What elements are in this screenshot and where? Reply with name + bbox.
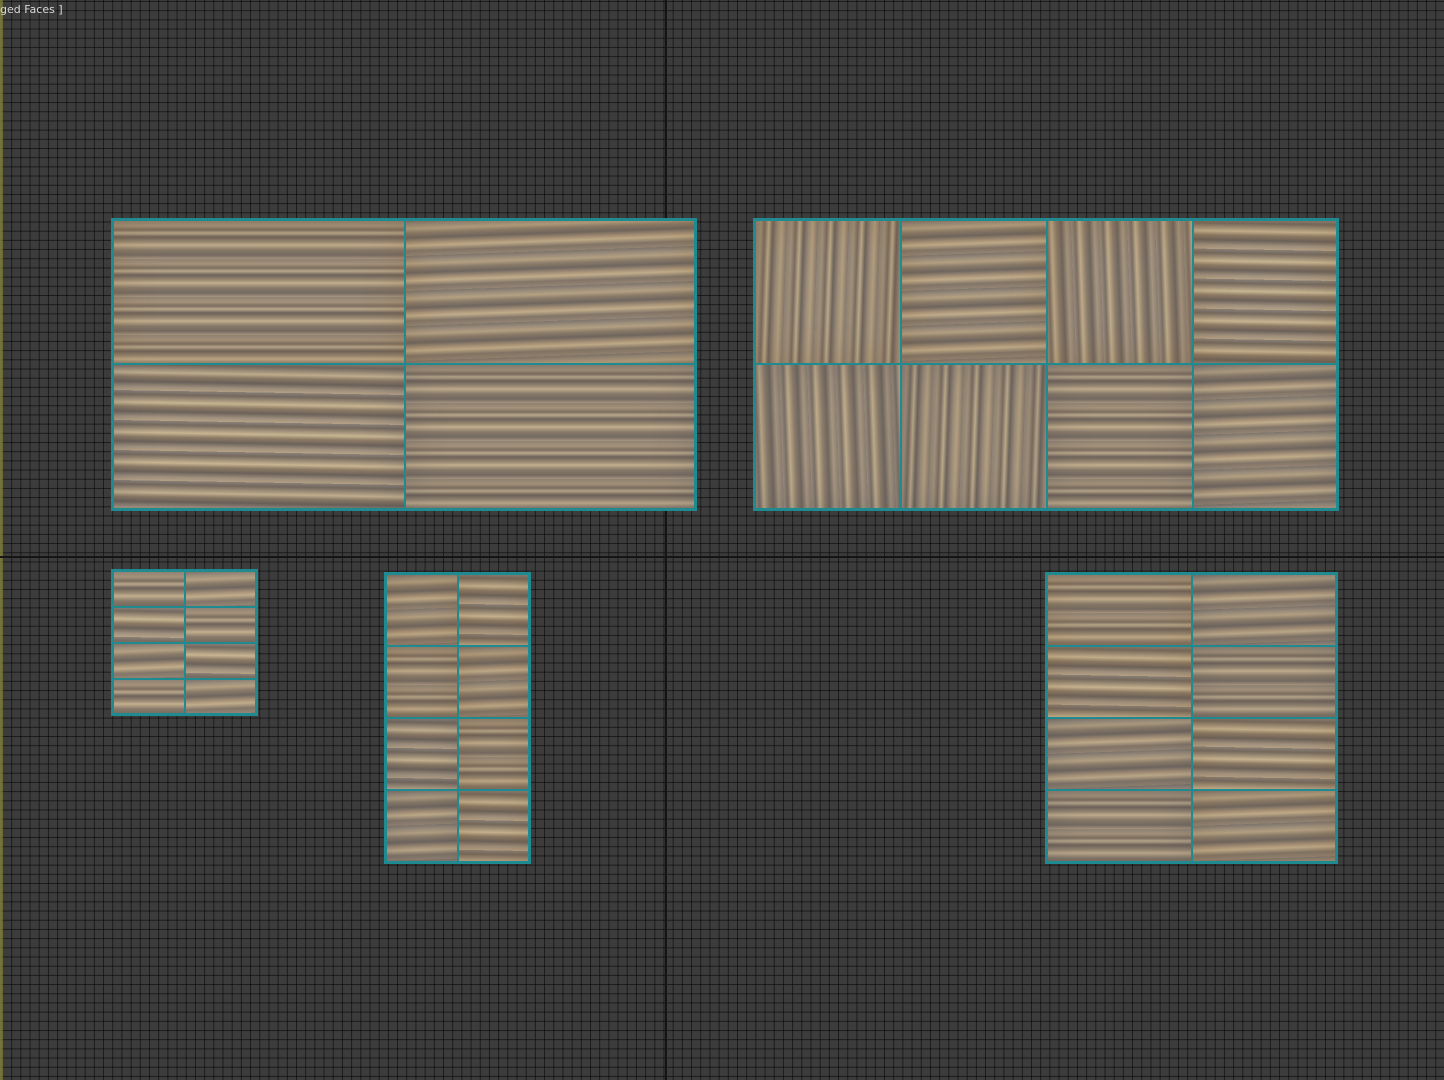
uv-face[interactable] bbox=[1047, 220, 1193, 364]
uv-face[interactable] bbox=[1047, 364, 1193, 509]
uv-face[interactable] bbox=[1193, 220, 1337, 364]
uv-face[interactable] bbox=[458, 718, 529, 790]
uv-axis-vertical bbox=[665, 0, 667, 1080]
uv-face[interactable] bbox=[113, 643, 185, 679]
uv-face[interactable] bbox=[386, 574, 458, 646]
uv-face[interactable] bbox=[901, 220, 1047, 364]
uv-face[interactable] bbox=[1192, 718, 1336, 790]
uv-editor-viewport[interactable]: ged Faces ] bbox=[0, 0, 1444, 1080]
uv-face[interactable] bbox=[185, 679, 256, 714]
uv-island-tall-b[interactable] bbox=[384, 572, 531, 864]
viewport-label[interactable]: ged Faces ] bbox=[0, 3, 63, 16]
uv-face[interactable] bbox=[755, 364, 901, 509]
uv-axis-horizontal bbox=[0, 556, 1444, 558]
uv-face[interactable] bbox=[405, 364, 695, 509]
uv-island-medium-c[interactable] bbox=[1045, 572, 1338, 864]
uv-face[interactable] bbox=[386, 718, 458, 790]
viewport-border bbox=[0, 0, 3, 1080]
uv-face[interactable] bbox=[458, 790, 529, 862]
uv-island-large-a[interactable] bbox=[111, 218, 697, 511]
uv-face[interactable] bbox=[405, 220, 695, 364]
uv-face[interactable] bbox=[901, 364, 1047, 509]
uv-face[interactable] bbox=[185, 607, 256, 643]
uv-face[interactable] bbox=[458, 646, 529, 718]
uv-face[interactable] bbox=[1047, 574, 1192, 646]
uv-face[interactable] bbox=[1192, 790, 1336, 862]
uv-face[interactable] bbox=[113, 364, 405, 509]
uv-island-large-b[interactable] bbox=[753, 218, 1339, 511]
uv-face[interactable] bbox=[185, 643, 256, 679]
uv-face[interactable] bbox=[1047, 646, 1192, 718]
uv-island-small-a[interactable] bbox=[111, 569, 258, 716]
uv-face[interactable] bbox=[185, 571, 256, 607]
uv-face[interactable] bbox=[113, 607, 185, 643]
uv-face[interactable] bbox=[755, 220, 901, 364]
uv-face[interactable] bbox=[113, 220, 405, 364]
uv-face[interactable] bbox=[458, 574, 529, 646]
uv-face[interactable] bbox=[113, 679, 185, 714]
uv-face[interactable] bbox=[1193, 364, 1337, 509]
uv-face[interactable] bbox=[1047, 718, 1192, 790]
uv-face[interactable] bbox=[386, 790, 458, 862]
uv-face[interactable] bbox=[1192, 646, 1336, 718]
uv-face[interactable] bbox=[386, 646, 458, 718]
uv-face[interactable] bbox=[1192, 574, 1336, 646]
uv-face[interactable] bbox=[113, 571, 185, 607]
uv-face[interactable] bbox=[1047, 790, 1192, 862]
